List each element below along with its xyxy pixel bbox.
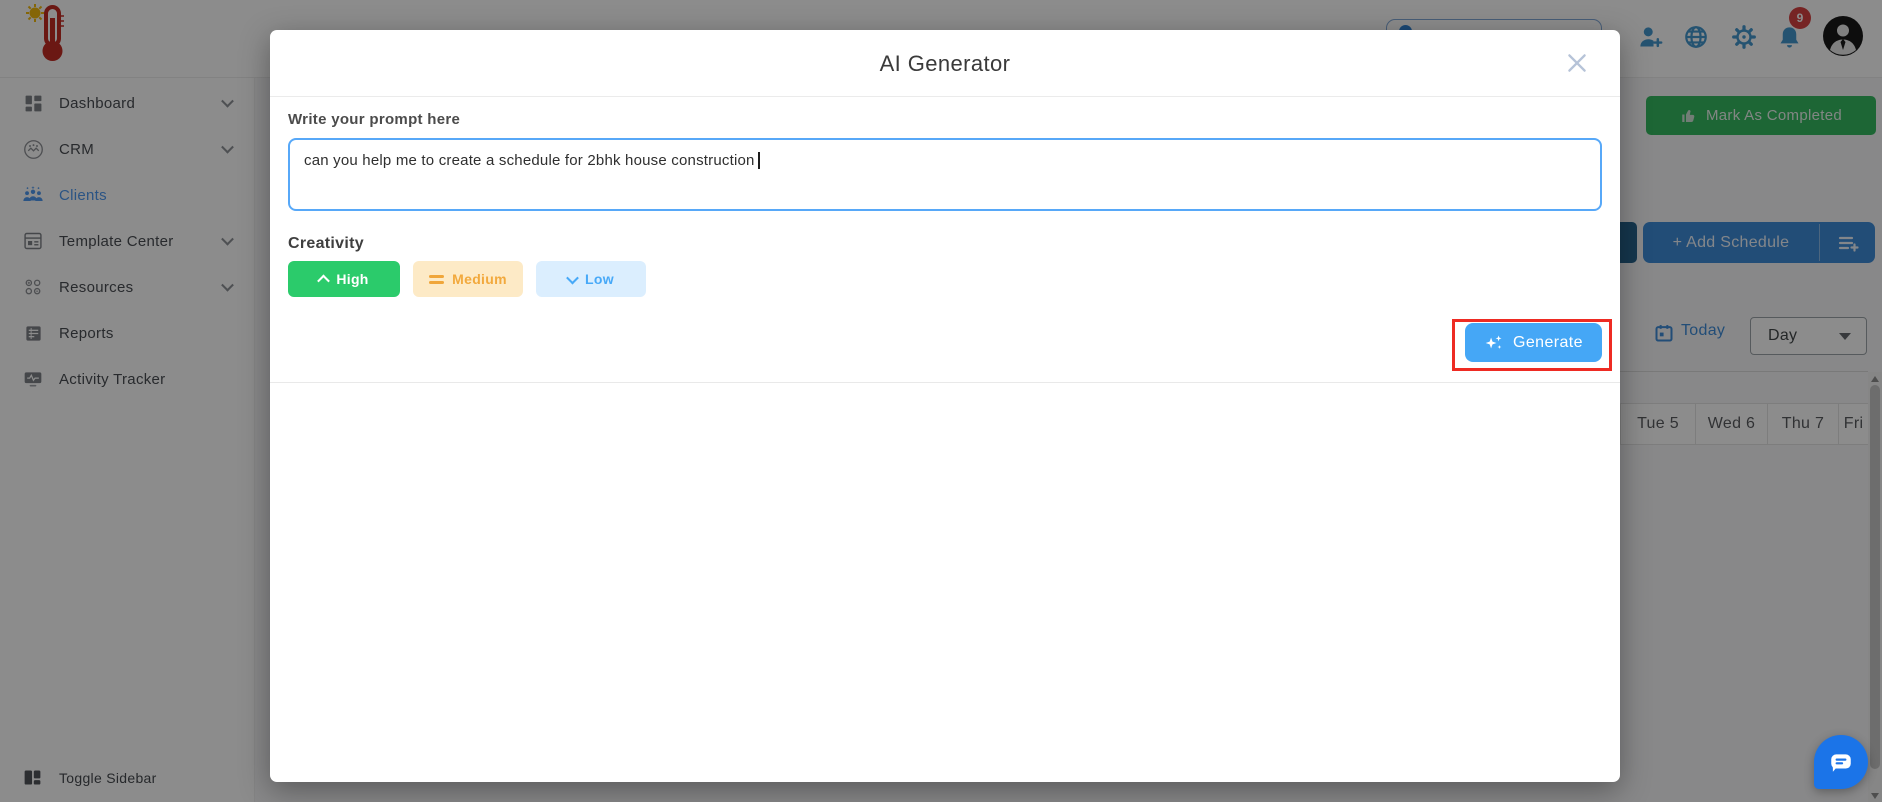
sparkles-icon <box>1485 335 1502 349</box>
app-screen: 9 Dashboard CRM Clients Template Center … <box>0 0 1882 802</box>
creativity-options: High Medium Low <box>288 261 1602 297</box>
modal-title: AI Generator <box>879 51 1011 76</box>
modal-header: AI Generator <box>270 30 1620 97</box>
generate-label: Generate <box>1513 333 1583 351</box>
prompt-label: Write your prompt here <box>288 111 461 128</box>
creativity-medium-button[interactable]: Medium <box>413 261 523 297</box>
prompt-input-value: can you help me to create a schedule for… <box>304 152 755 169</box>
creativity-label: Creativity <box>288 235 364 252</box>
text-cursor <box>757 152 760 169</box>
generate-button[interactable]: Generate <box>1465 323 1602 362</box>
equals-icon <box>429 274 445 284</box>
close-icon <box>1568 54 1586 72</box>
modal-divider <box>270 382 1620 383</box>
chat-bubble-icon <box>1831 754 1851 772</box>
creativity-high-button[interactable]: High <box>288 261 400 297</box>
creativity-high-label: High <box>336 271 369 287</box>
close-button[interactable] <box>1560 46 1594 80</box>
creativity-low-label: Low <box>585 271 614 287</box>
creativity-medium-label: Medium <box>452 271 507 287</box>
prompt-input[interactable]: can you help me to create a schedule for… <box>288 138 1602 211</box>
chevron-up-icon <box>317 274 331 287</box>
chevron-down-icon <box>566 271 579 284</box>
ai-generator-modal: AI Generator Write your prompt here can … <box>270 30 1620 782</box>
chat-widget-button[interactable] <box>1814 735 1868 789</box>
modal-body: Write your prompt here can you help me t… <box>270 111 1620 297</box>
creativity-low-button[interactable]: Low <box>536 261 646 297</box>
